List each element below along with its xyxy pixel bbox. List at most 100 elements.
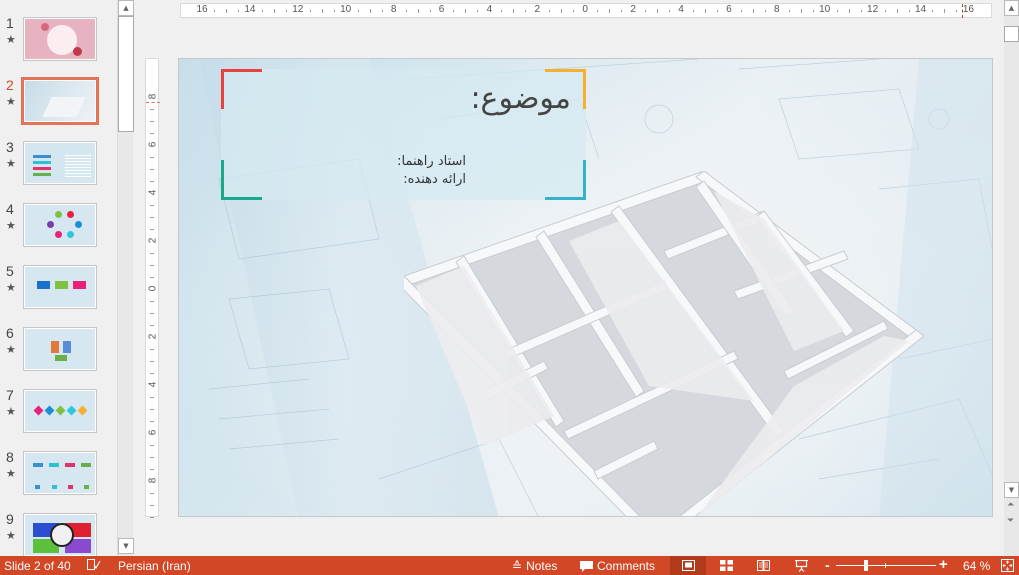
ruler-tick <box>764 10 766 12</box>
ruler-tick <box>150 229 154 230</box>
comments-label: Comments <box>597 559 656 573</box>
ruler-tick <box>150 121 154 122</box>
slide-thumbnail[interactable]: 8 ★ <box>0 449 115 507</box>
slide-thumbnail[interactable]: 1 ★ <box>0 15 115 73</box>
zoom-level[interactable]: 64 % <box>963 559 990 573</box>
slide-number: 7 <box>6 387 14 403</box>
slide-thumbnail-image[interactable] <box>23 327 97 371</box>
slide-thumbnail-image[interactable] <box>23 513 97 556</box>
next-slide-icon[interactable]: ⏷ <box>1007 516 1014 526</box>
language-indicator[interactable]: Persian (Iran) <box>118 559 191 573</box>
ruler-tick <box>150 217 154 218</box>
spellcheck-icon[interactable] <box>87 559 101 571</box>
animation-star-icon[interactable]: ★ <box>6 219 16 232</box>
ruler-label: 10 <box>340 4 352 15</box>
ruler-label: 6 <box>438 4 445 15</box>
ruler-tick <box>884 10 886 12</box>
thumbnail-scrollbar[interactable]: ▲ ▼ <box>117 0 134 556</box>
slide-thumbnail-image[interactable] <box>23 203 97 247</box>
scrollbar-thumb[interactable] <box>1004 26 1019 42</box>
slide-thumbnail[interactable]: 5 ★ <box>0 263 115 321</box>
ruler-label: 14 <box>244 4 256 15</box>
previous-slide-icon[interactable]: ⏶ <box>1007 500 1014 510</box>
normal-view-button[interactable] <box>670 556 706 575</box>
slide-thumbnail-image[interactable] <box>21 77 99 125</box>
animation-star-icon[interactable]: ★ <box>6 529 16 542</box>
animation-star-icon[interactable]: ★ <box>6 33 16 46</box>
notes-label: Notes <box>526 559 558 573</box>
ruler-tick <box>788 10 790 12</box>
slide-title[interactable]: موضوع: <box>470 81 571 116</box>
notes-button[interactable]: ≙ Notes <box>512 559 557 573</box>
animation-star-icon[interactable]: ★ <box>6 157 16 170</box>
ruler-label: 16 <box>962 4 974 15</box>
scroll-up-button[interactable]: ▲ <box>118 0 134 16</box>
zoom-slider[interactable] <box>836 560 936 571</box>
ruler-tick <box>848 9 850 13</box>
presenter-label: ارائه دهنده: <box>403 172 466 187</box>
reading-view-button[interactable] <box>745 556 781 575</box>
slide-sorter-view-button[interactable] <box>708 556 744 575</box>
slide-thumbnail-pane[interactable]: 1 ★ 2 ★ 3 ★ 4 ★ 5 ★ 6 ★ 7 ★ 8 ★ 9 ★ ▲ ▼ <box>0 0 134 556</box>
slide-indicator[interactable]: Slide 2 of 40 <box>4 559 71 573</box>
ruler-tick <box>657 9 659 13</box>
animation-star-icon[interactable]: ★ <box>6 95 16 108</box>
ruler-tick <box>525 10 527 12</box>
slide-subtitle[interactable]: استاد راهنما: ارائه دهنده: <box>331 153 466 189</box>
ruler-label: 16 <box>196 4 208 15</box>
slide-thumbnail-image[interactable] <box>23 389 97 433</box>
slide-thumbnail-image[interactable] <box>23 265 97 309</box>
ruler-tick <box>225 9 227 13</box>
zoom-out-button[interactable]: - <box>825 557 830 573</box>
ruler-tick <box>150 409 154 410</box>
slide-canvas[interactable]: موضوع: استاد راهنما: ارائه دهنده: <box>178 58 993 517</box>
slide-thumbnail-image[interactable] <box>23 451 97 495</box>
ruler-tick <box>150 469 154 470</box>
ruler-label: 4 <box>147 189 159 196</box>
ruler-label: 10 <box>819 4 831 15</box>
fit-slide-button[interactable] <box>1001 559 1014 572</box>
animation-star-icon[interactable]: ★ <box>6 467 16 480</box>
scroll-down-button[interactable]: ▼ <box>1004 482 1019 498</box>
animation-star-icon[interactable]: ★ <box>6 343 16 356</box>
slide-thumbnail[interactable]: 9 ★ <box>0 511 115 556</box>
ruler-tick <box>896 9 898 13</box>
scroll-up-button[interactable]: ▲ <box>1004 0 1019 16</box>
ruler-tick <box>150 253 154 254</box>
title-placeholder[interactable]: موضوع: استاد راهنما: ارائه دهنده: <box>221 69 586 200</box>
ruler-tick <box>669 10 671 12</box>
ruler-label: 8 <box>147 477 159 484</box>
comments-button[interactable]: Comments <box>580 559 655 573</box>
slide-thumbnail[interactable]: 7 ★ <box>0 387 115 445</box>
ruler-tick <box>150 517 154 518</box>
ruler-label: 0 <box>147 285 159 292</box>
slide-sorter-icon <box>719 560 733 571</box>
ruler-tick <box>645 10 647 12</box>
slide-thumbnail-image[interactable] <box>23 17 97 61</box>
slide-thumbnail[interactable]: 2 ★ <box>0 77 115 135</box>
slide-number: 9 <box>6 511 14 527</box>
scroll-down-button[interactable]: ▼ <box>118 538 134 554</box>
corner-bracket-teal <box>545 160 586 200</box>
ruler-tick <box>150 457 154 458</box>
ruler-tick <box>150 445 154 446</box>
slide-thumbnail[interactable]: 3 ★ <box>0 139 115 197</box>
ruler-tick <box>357 10 359 12</box>
zoom-slider-handle[interactable] <box>864 560 868 571</box>
zoom-slider-center-mark <box>885 563 886 568</box>
scrollbar-thumb[interactable] <box>118 16 134 132</box>
slideshow-view-button[interactable] <box>783 556 819 575</box>
editor-scrollbar[interactable]: ▲ ▼ ⏶ ⏷ <box>1004 0 1019 556</box>
slide-thumbnail[interactable]: 4 ★ <box>0 201 115 259</box>
animation-star-icon[interactable]: ★ <box>6 405 16 418</box>
zoom-in-button[interactable]: + <box>939 556 948 573</box>
ruler-label: 6 <box>726 4 732 15</box>
slide-thumbnail-image[interactable] <box>23 141 97 185</box>
slide-thumbnail[interactable]: 6 ★ <box>0 325 115 383</box>
ruler-tick <box>150 109 154 110</box>
ruler-label: 2 <box>630 4 636 15</box>
animation-star-icon[interactable]: ★ <box>6 281 16 294</box>
ruler-tick <box>609 9 611 13</box>
ruler-tick <box>150 301 154 302</box>
ruler-tick <box>150 169 154 170</box>
